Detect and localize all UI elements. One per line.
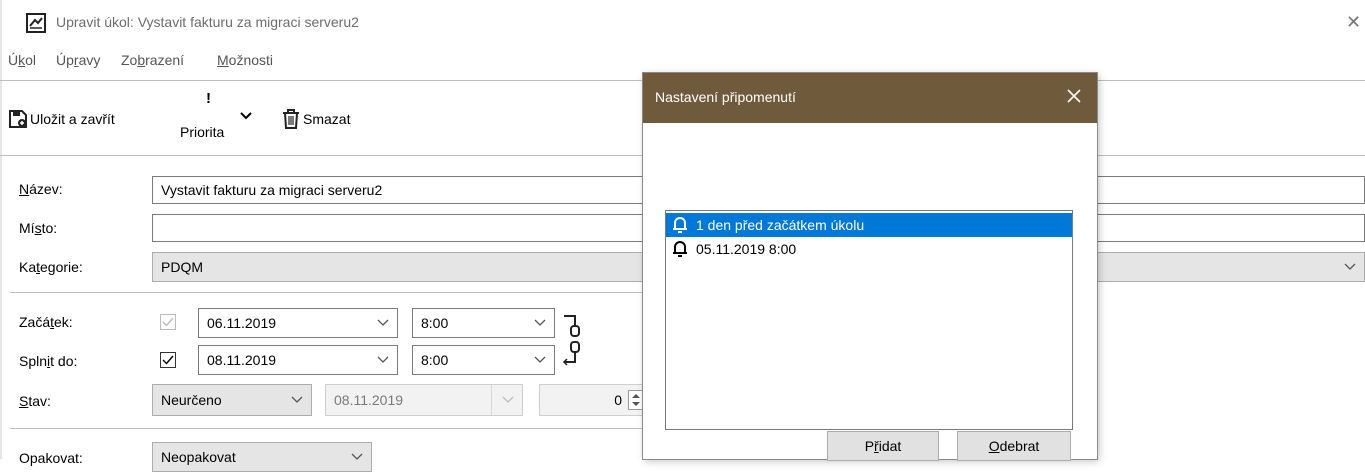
start-date-value: 06.11.2019 xyxy=(207,315,277,331)
reminder-label: 05.11.2019 8:00 xyxy=(696,241,797,257)
chevron-down-icon xyxy=(377,356,389,363)
percent-value: 0 xyxy=(614,392,622,408)
bell-icon xyxy=(673,217,687,233)
check-icon xyxy=(162,317,174,327)
add-reminder-button[interactable]: Př idat xyxy=(827,431,939,461)
reminder-dialog: Nastavení připomenutí 1 den před začátke… xyxy=(643,73,1097,461)
name-label: Název: xyxy=(19,181,63,197)
start-label: Začátek: xyxy=(19,314,73,330)
chevron-down-icon xyxy=(351,453,363,460)
status-value: Neurčeno xyxy=(161,392,222,408)
dialog-close-icon[interactable] xyxy=(1061,83,1087,109)
list-item[interactable]: 1 den před začátkem úkolu xyxy=(666,213,1072,237)
chevron-down-icon xyxy=(377,319,389,326)
save-close-label: Uložit a zavřít xyxy=(30,111,115,127)
menu-moznosti[interactable]: Možnosti xyxy=(217,52,273,68)
start-date-picker[interactable]: 06.11.2019 xyxy=(198,308,398,338)
app-icon xyxy=(26,13,46,33)
category-value: PDQM xyxy=(161,259,203,275)
spinner-arrows-icon[interactable] xyxy=(628,390,644,410)
status-label: Stav: xyxy=(19,393,51,409)
repeat-value: Neopakovat xyxy=(161,449,236,465)
window-title: Upravit úkol: Vystavit fakturu za migrac… xyxy=(56,14,359,30)
due-date-picker[interactable]: 08.11.2019 xyxy=(198,345,398,375)
form-separator-2 xyxy=(10,428,650,429)
due-time-value: 8:00 xyxy=(421,352,449,368)
remove-reminder-button[interactable]: Odebrat xyxy=(957,431,1071,461)
chevron-down-icon xyxy=(240,112,252,120)
trash-icon xyxy=(283,109,299,129)
status-select[interactable]: Neurčeno xyxy=(152,384,312,416)
status-date-picker[interactable]: 08.11.2019 xyxy=(325,384,523,416)
category-label: Kategorie: xyxy=(19,259,83,275)
start-checkbox[interactable] xyxy=(160,314,176,330)
save-close-button[interactable]: Uložit a zavřít xyxy=(8,107,115,131)
menu-upravy[interactable]: Úpravy xyxy=(56,52,100,68)
list-item[interactable]: 05.11.2019 8:00 xyxy=(666,237,1072,261)
repeat-label: Opakovat: xyxy=(19,450,83,466)
due-label: Splnit do: xyxy=(19,353,78,369)
form-separator xyxy=(10,292,650,293)
chevron-down-icon xyxy=(291,396,303,403)
chevron-down-icon xyxy=(534,319,546,326)
repeat-select[interactable]: Neopakovat xyxy=(152,442,372,472)
bell-icon xyxy=(673,241,687,257)
place-label: Místo: xyxy=(19,220,58,236)
dialog-title: Nastavení připomenutí xyxy=(655,89,796,105)
menu-ukol[interactable]: Úkol xyxy=(8,52,36,68)
reminder-list[interactable]: 1 den před začátkem úkolu 05.11.2019 8:0… xyxy=(665,210,1073,430)
reminder-label: 1 den před začátkem úkolu xyxy=(696,217,865,233)
dialog-titlebar: Nastavení připomenutí xyxy=(643,73,1097,123)
percent-spinner[interactable]: 0 xyxy=(539,384,649,416)
window-close-icon[interactable]: ✕ xyxy=(1346,12,1361,33)
window-titlebar: Upravit úkol: Vystavit fakturu za migrac… xyxy=(0,0,1365,48)
priority-label: Priorita xyxy=(180,124,225,140)
link-chain-icon[interactable] xyxy=(562,312,588,370)
name-value: Vystavit fakturu za migraci serveru2 xyxy=(161,182,383,198)
status-date-value: 08.11.2019 xyxy=(334,392,404,408)
priority-button[interactable]: ! Priorita xyxy=(180,90,260,148)
left-border xyxy=(0,0,2,459)
due-checkbox[interactable] xyxy=(160,352,176,368)
delete-button[interactable]: Smazat xyxy=(282,107,350,131)
due-time-picker[interactable]: 8:00 xyxy=(412,345,555,375)
chevron-down-icon xyxy=(502,396,514,403)
menu-zobrazeni[interactable]: Zobrazení xyxy=(121,52,184,68)
due-date-value: 08.11.2019 xyxy=(207,352,277,368)
chevron-down-icon xyxy=(1344,263,1356,270)
chevron-down-icon xyxy=(534,356,546,363)
priority-icon: ! xyxy=(206,90,211,107)
check-icon xyxy=(162,355,174,365)
save-icon xyxy=(9,110,27,128)
delete-label: Smazat xyxy=(303,111,351,127)
start-time-picker[interactable]: 8:00 xyxy=(412,308,555,338)
start-time-value: 8:00 xyxy=(421,315,449,331)
